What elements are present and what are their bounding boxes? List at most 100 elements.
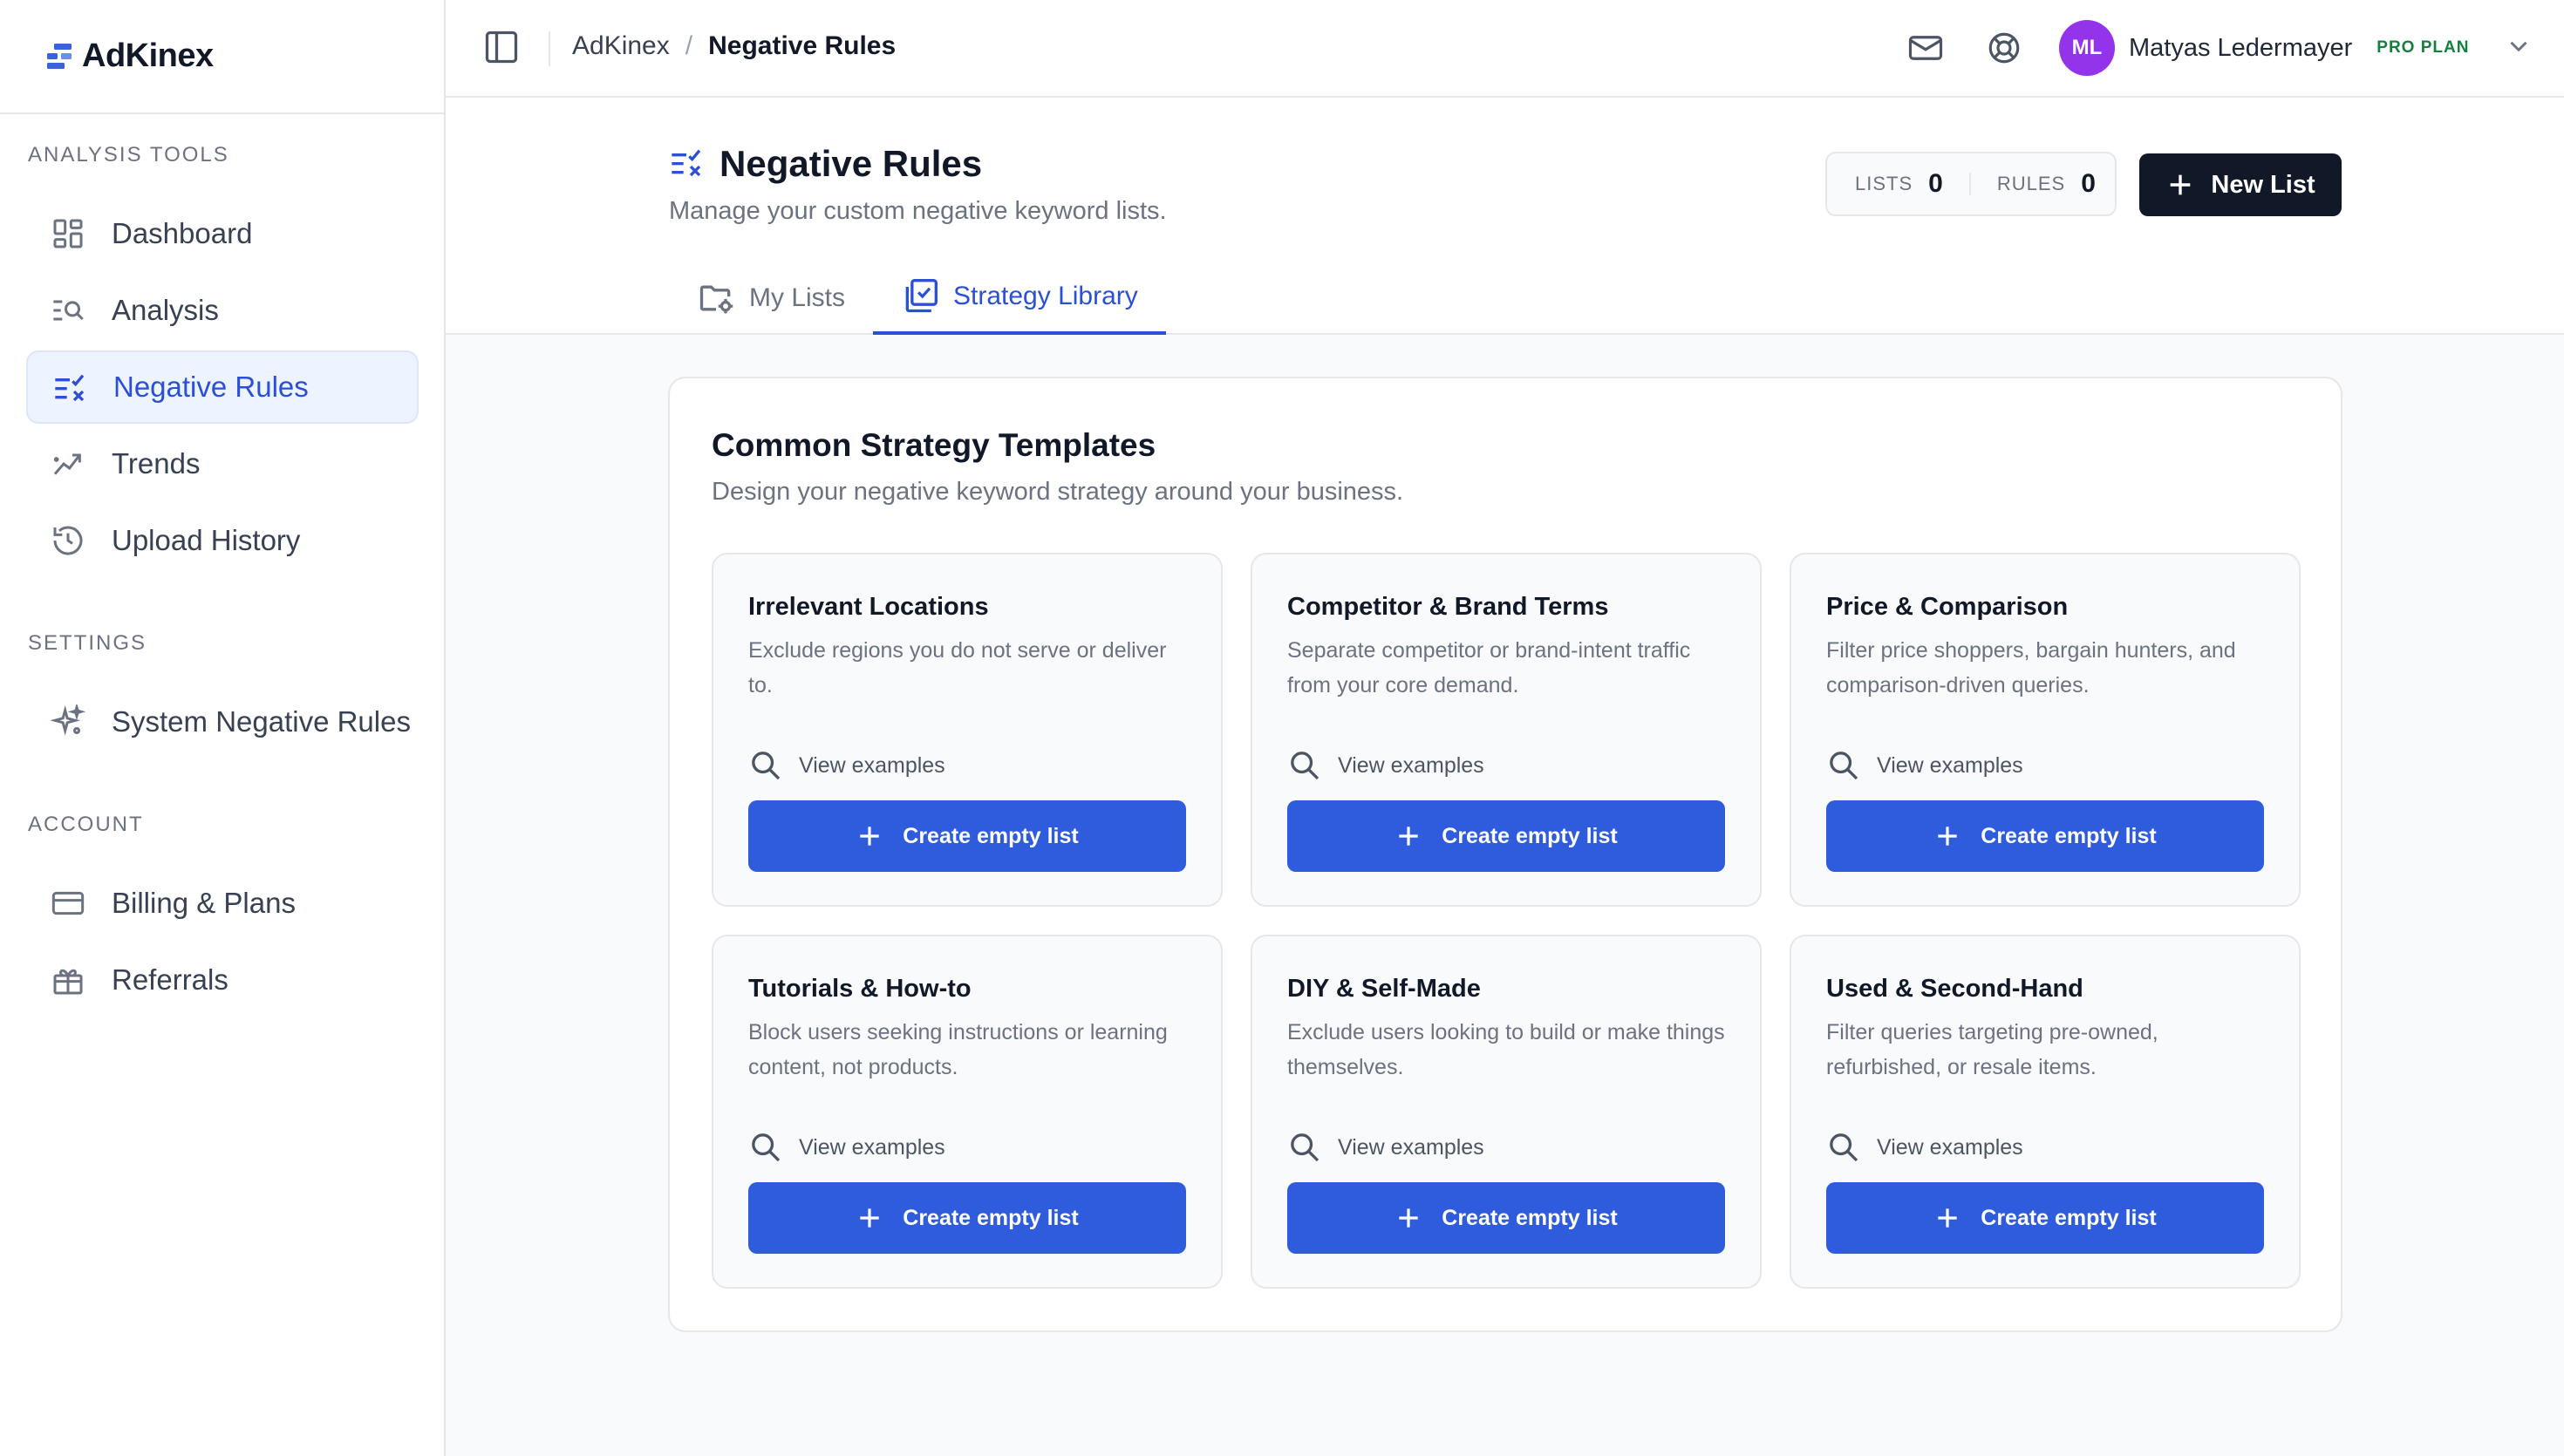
breadcrumb-current: Negative Rules <box>708 31 897 60</box>
create-empty-list-button[interactable]: Create empty list <box>1826 800 2264 872</box>
breadcrumb-root[interactable]: AdKinex <box>572 31 670 61</box>
topbar-divider <box>549 31 550 66</box>
search-icon <box>1830 752 1858 780</box>
strategy-library-card: Common Strategy Templates Design your ne… <box>668 377 2342 1332</box>
sidebar-item-system-negative-rules[interactable]: System Negative Rules <box>26 685 419 759</box>
sparkles-icon <box>49 703 87 741</box>
tabs: My Lists Strategy Library <box>669 262 1166 335</box>
plus-icon <box>860 827 879 846</box>
create-empty-list-label: Create empty list <box>1981 1205 2157 1230</box>
template-title: Used & Second-Hand <box>1826 975 2083 1003</box>
search-icon <box>752 1133 781 1162</box>
view-examples-link[interactable]: View examples <box>1826 748 2023 783</box>
library-title: Common Strategy Templates <box>712 427 1156 463</box>
template-title: Irrelevant Locations <box>748 593 989 621</box>
plan-badge: PRO PLAN <box>2376 38 2470 57</box>
brand[interactable]: AdKinex <box>0 0 444 114</box>
section-title-account: ACCOUNT <box>28 813 144 836</box>
view-examples-label: View examples <box>1338 752 1484 778</box>
library-check-icon <box>905 279 938 313</box>
tab-label: My Lists <box>749 283 846 312</box>
plus-icon <box>1399 827 1418 846</box>
sidebar-item-label: Billing & Plans <box>112 887 296 919</box>
sidebar-item-analysis[interactable]: Analysis <box>26 274 419 347</box>
sidebar: AdKinex ANALYSIS TOOLS Dashboard Analysi… <box>0 0 446 1456</box>
avatar: ML <box>2059 20 2115 76</box>
sidebar-item-label: Referrals <box>112 963 228 996</box>
view-examples-label: View examples <box>1877 752 2023 778</box>
plus-icon <box>1938 1208 1957 1228</box>
create-empty-list-button[interactable]: Create empty list <box>748 1182 1186 1254</box>
sidebar-item-trends[interactable]: Trends <box>26 427 419 500</box>
create-empty-list-button[interactable]: Create empty list <box>748 800 1186 872</box>
history-icon <box>49 521 87 560</box>
create-empty-list-button[interactable]: Create empty list <box>1287 1182 1725 1254</box>
create-empty-list-label: Create empty list <box>1442 823 1618 848</box>
create-empty-list-button[interactable]: Create empty list <box>1287 800 1725 872</box>
template-description: Separate competitor or brand-intent traf… <box>1287 638 1691 697</box>
sidebar-item-billing[interactable]: Billing & Plans <box>26 867 419 940</box>
tab-strategy-library[interactable]: Strategy Library <box>873 262 1166 335</box>
section-title-settings: SETTINGS <box>28 631 147 655</box>
breadcrumb-separator: / <box>685 31 693 60</box>
analysis-icon <box>49 291 87 330</box>
sidebar-item-dashboard[interactable]: Dashboard <box>26 197 419 270</box>
negative-rules-icon <box>669 145 704 184</box>
section-title-analysis-tools: ANALYSIS TOOLS <box>28 143 229 167</box>
template-description: Exclude users looking to build or make t… <box>1287 1020 1725 1079</box>
plus-icon <box>2171 174 2191 195</box>
negative-rules-icon <box>51 368 89 406</box>
credit-card-icon <box>49 884 87 922</box>
new-list-button[interactable]: New List <box>2139 153 2342 216</box>
sidebar-item-upload-history[interactable]: Upload History <box>26 504 419 577</box>
help-lifebuoy-icon[interactable] <box>1986 30 2022 71</box>
create-empty-list-label: Create empty list <box>1442 1205 1618 1230</box>
stats-summary: LISTS 0 RULES 0 <box>1825 152 2117 216</box>
template-card-irrelevant-locations: Irrelevant Locations Exclude regions you… <box>712 553 1223 907</box>
lists-stat-label: LISTS <box>1855 173 1913 194</box>
create-empty-list-button[interactable]: Create empty list <box>1826 1182 2264 1254</box>
template-card-competitor-brand-terms: Competitor & Brand Terms Separate compet… <box>1251 553 1762 907</box>
plus-icon <box>860 1208 879 1228</box>
view-examples-link[interactable]: View examples <box>748 1130 945 1165</box>
view-examples-label: View examples <box>1877 1134 2023 1160</box>
user-menu[interactable]: ML Matyas Ledermayer PRO PLAN <box>2059 19 2533 77</box>
sidebar-item-referrals[interactable]: Referrals <box>26 943 419 1017</box>
page-header: Negative Rules Manage your custom negati… <box>446 98 2564 335</box>
plus-icon <box>1399 1208 1418 1228</box>
dashboard-icon <box>49 214 87 253</box>
trends-icon <box>49 445 87 483</box>
template-description: Block users seeking instructions or lear… <box>748 1020 1168 1079</box>
gift-icon <box>49 961 87 999</box>
rules-stat-label: RULES <box>1996 173 2066 194</box>
view-examples-link[interactable]: View examples <box>1287 1130 1484 1165</box>
brand-name: AdKinex <box>82 37 214 74</box>
template-description: Exclude regions you do not serve or deli… <box>748 638 1167 697</box>
sidebar-toggle-icon[interactable] <box>482 28 521 71</box>
view-examples-label: View examples <box>1338 1134 1484 1160</box>
tab-my-lists[interactable]: My Lists <box>669 262 873 335</box>
sidebar-item-label: Negative Rules <box>113 371 309 403</box>
user-name: Matyas Ledermayer <box>2129 33 2353 62</box>
sidebar-item-negative-rules[interactable]: Negative Rules <box>26 350 419 424</box>
page-subtitle: Manage your custom negative keyword list… <box>669 197 1167 225</box>
view-examples-link[interactable]: View examples <box>1826 1130 2023 1165</box>
template-title: Tutorials & How-to <box>748 975 972 1003</box>
rules-stat-value: 0 <box>2081 169 2096 198</box>
create-empty-list-label: Create empty list <box>903 823 1079 848</box>
sidebar-item-label: Analysis <box>112 294 219 326</box>
template-card-price-comparison: Price & Comparison Filter price shoppers… <box>1790 553 2301 907</box>
mail-icon[interactable] <box>1907 30 1944 71</box>
search-icon <box>1830 1133 1858 1162</box>
plus-icon <box>1938 827 1957 846</box>
sidebar-item-label: Trends <box>112 447 201 480</box>
sidebar-item-label: Dashboard <box>112 217 253 249</box>
chevron-down-icon[interactable] <box>2504 31 2533 65</box>
view-examples-link[interactable]: View examples <box>748 748 945 783</box>
create-empty-list-label: Create empty list <box>903 1205 1079 1230</box>
page-title: Negative Rules <box>719 143 983 184</box>
adkinex-logo-icon <box>47 43 72 69</box>
view-examples-link[interactable]: View examples <box>1287 748 1484 783</box>
template-title: Competitor & Brand Terms <box>1287 593 1609 621</box>
template-description: Filter queries targeting pre-owned, refu… <box>1826 1020 2158 1079</box>
